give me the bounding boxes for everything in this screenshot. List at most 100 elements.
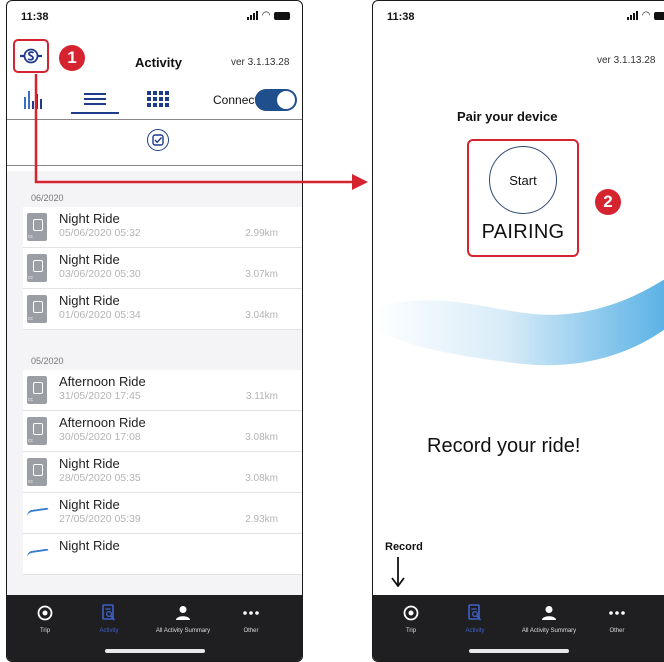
route-map-thumbnail (27, 540, 47, 568)
tab-other[interactable]: Other (221, 603, 281, 634)
tab-activity[interactable]: Activity (79, 603, 139, 634)
tab-bar: Trip Activity All Activity Summary Other (7, 595, 302, 661)
pair-title: Pair your device (457, 109, 558, 124)
month-header: 05/2020 (31, 356, 64, 366)
tab-bar: Trip Activity All Activity Summary Other (373, 595, 664, 661)
divider (7, 165, 302, 166)
tab-label: All Activity Summary (155, 628, 211, 634)
ride-name: Afternoon Ride (59, 415, 146, 430)
route-map-thumbnail (27, 499, 47, 527)
ride-distance: 3.11km (245, 391, 278, 402)
connect-toggle[interactable] (255, 89, 297, 111)
ride-distance: 2.93km (245, 514, 278, 525)
divider (7, 119, 302, 120)
activity-icon (79, 603, 139, 623)
ride-date: 27/05/2020 05:39 (59, 513, 141, 525)
device-thumbnail (27, 376, 47, 404)
record-icon (381, 603, 441, 623)
ride-row[interactable]: Night Ride (23, 534, 302, 575)
ride-row[interactable]: Night Ride03/06/2020 05:30 3.07km (23, 248, 302, 289)
more-icon (587, 603, 647, 623)
battery-icon (654, 11, 664, 20)
device-thumbnail (27, 254, 47, 282)
person-icon (508, 603, 590, 623)
activity-screen: 11:38 ◠ 1 Activity ver 3.1.13.28 Connect… (6, 0, 303, 662)
device-thumbnail (27, 458, 47, 486)
record-label: Record (385, 541, 423, 553)
pairing-screen: 11:38 ◠ ver 3.1.13.28 Pair your device S… (372, 0, 664, 662)
status-time: 11:38 (387, 11, 415, 23)
ride-distance: 3.07km (245, 269, 278, 280)
ride-row[interactable]: Night Ride28/05/2020 05:35 3.08km (23, 452, 302, 493)
ride-distance: 3.08km (245, 473, 278, 484)
tab-all-activity-summary[interactable]: All Activity Summary (508, 603, 590, 634)
tab-label: Trip (405, 628, 417, 634)
tab-all-activity-summary[interactable]: All Activity Summary (142, 603, 224, 634)
ride-name: Afternoon Ride (59, 374, 146, 389)
tab-trip[interactable]: Trip (381, 603, 441, 634)
ride-row[interactable]: Afternoon Ride31/05/2020 17:45 3.11km (23, 370, 302, 411)
status-bar: 11:38 ◠ (373, 9, 664, 27)
home-indicator (468, 649, 569, 653)
status-bar: 11:38 ◠ (7, 9, 302, 27)
logo-icon (20, 48, 42, 64)
tab-other[interactable]: Other (587, 603, 647, 634)
start-pairing-button[interactable]: Start (489, 146, 557, 214)
ride-date: 30/05/2020 17:08 (59, 431, 141, 443)
connect-label: Connect (213, 93, 258, 107)
signal-icon (247, 11, 259, 20)
calendar-view-icon[interactable] (147, 89, 169, 109)
version-label: ver 3.1.13.28 (597, 55, 656, 66)
activity-icon (445, 603, 505, 623)
ride-distance: 3.08km (245, 432, 278, 443)
device-thumbnail (27, 417, 47, 445)
ride-name: Night Ride (59, 252, 120, 267)
battery-icon (274, 11, 290, 20)
version-label: ver 3.1.13.28 (231, 57, 290, 68)
wifi-icon: ◠ (262, 9, 270, 21)
active-view-indicator (71, 112, 119, 114)
select-rides-button[interactable] (147, 129, 169, 151)
ride-name: Night Ride (59, 293, 120, 308)
page-title: Activity (135, 55, 182, 70)
tab-label: Trip (39, 628, 51, 634)
ride-row[interactable]: Afternoon Ride30/05/2020 17:08 3.08km (23, 411, 302, 452)
more-icon (221, 603, 281, 623)
ride-date: 03/06/2020 05:30 (59, 268, 141, 280)
month-header: 06/2020 (31, 193, 64, 203)
ride-row[interactable]: Night Ride01/06/2020 05:34 3.04km (23, 289, 302, 330)
ride-row[interactable]: Night Ride05/06/2020 05:32 2.99km (23, 207, 302, 248)
pairing-label: PAIRING (481, 221, 565, 243)
ride-name: Night Ride (59, 538, 120, 553)
ride-distance: 2.99km (245, 228, 278, 239)
checkbox-icon (152, 134, 164, 146)
tab-trip[interactable]: Trip (15, 603, 75, 634)
arrow-down-icon (391, 557, 405, 587)
ride-name: Night Ride (59, 497, 120, 512)
tab-activity[interactable]: Activity (445, 603, 505, 634)
tab-label: All Activity Summary (521, 628, 577, 634)
signal-icon (627, 11, 639, 20)
ride-date: 31/05/2020 17:45 (59, 390, 141, 402)
chart-view-icon[interactable] (23, 89, 45, 109)
tab-label: Other (609, 628, 625, 634)
list-view-icon[interactable] (84, 89, 106, 109)
tab-label: Other (243, 628, 259, 634)
ride-date: 28/05/2020 05:35 (59, 472, 141, 484)
activity-list[interactable]: 06/2020Night Ride05/06/2020 05:322.99kmN… (7, 171, 302, 595)
wave-decoration (373, 279, 664, 366)
step-marker-2: 2 (595, 189, 621, 215)
ride-date: 05/06/2020 05:32 (59, 227, 141, 239)
wifi-icon: ◠ (642, 9, 650, 21)
app-logo-button[interactable] (13, 39, 49, 73)
record-ride-heading: Record your ride! (427, 435, 581, 457)
ride-name: Night Ride (59, 211, 120, 226)
step-marker-1: 1 (59, 45, 85, 71)
status-icons: ◠ (247, 9, 290, 21)
tab-label: Activity (99, 628, 119, 634)
view-switcher: Connect (7, 85, 302, 115)
device-thumbnail (27, 213, 47, 241)
ride-date: 01/06/2020 05:34 (59, 309, 141, 321)
ride-row[interactable]: Night Ride 27/05/2020 05:39 2.93km (23, 493, 302, 534)
home-indicator (104, 649, 205, 653)
